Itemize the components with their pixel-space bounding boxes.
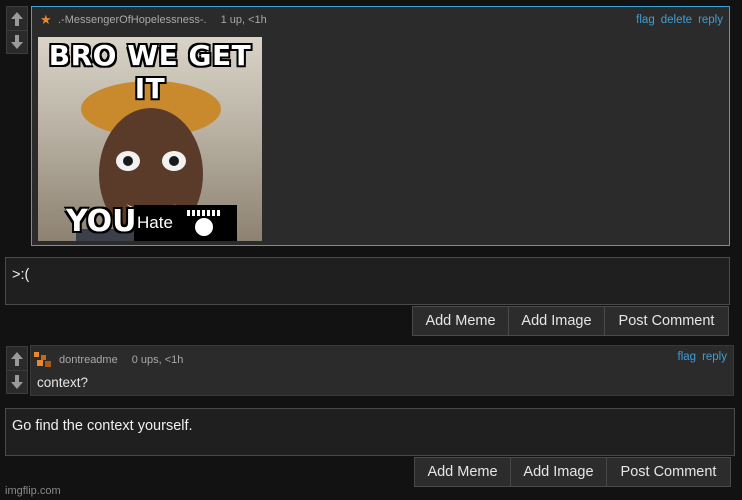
meme-top-text: BRO WE GET IT [48,39,252,105]
upvote-icon[interactable] [7,7,27,30]
flag-link[interactable]: flag [636,14,655,26]
rank-badge-icon [34,352,51,367]
meme-box-text: Hate [137,213,173,233]
add-image-button[interactable]: Add Image [511,457,607,487]
comment: dontreadme 0 ups, <1h flag reply context… [30,345,734,396]
reply-link[interactable]: reply [698,14,723,26]
add-meme-button[interactable]: Add Meme [414,457,511,487]
comment-button-row: Add Meme Add Image Post Comment [412,306,729,336]
downvote-icon[interactable] [7,370,27,393]
vote-column [6,6,28,54]
comment-actions: flag reply [678,351,727,363]
score: 0 ups, <1h [131,354,184,366]
meme-overlay-box: Hate [134,205,237,241]
flag-emblem-icon [186,210,221,236]
comment-meta: ★ .-MessengerOfHopelessness-. 1 up, <1h [40,12,267,27]
comment-button-row: Add Meme Add Image Post Comment [414,457,731,487]
reply-link[interactable]: reply [702,351,727,363]
vote-column [6,346,28,394]
score: 1 up, <1h [220,14,267,26]
delete-link[interactable]: delete [661,14,692,26]
post-comment-button[interactable]: Post Comment [605,306,729,336]
add-image-button[interactable]: Add Image [509,306,605,336]
username[interactable]: dontreadme [59,354,118,366]
username[interactable]: .-MessengerOfHopelessness-. [58,14,207,26]
comment-actions: flag delete reply [636,14,723,26]
post-comment-button[interactable]: Post Comment [607,457,731,487]
flag-link[interactable]: flag [678,351,697,363]
comment: ★ .-MessengerOfHopelessness-. 1 up, <1h … [31,6,730,246]
comment-meta: dontreadme 0 ups, <1h [33,351,183,369]
meme-image[interactable]: BRO WE GET IT YOU Hate [38,37,262,241]
meme-bottom-text: YOU [66,204,137,239]
add-meme-button[interactable]: Add Meme [412,306,509,336]
comment-text: context? [37,375,89,390]
comment-textbox[interactable]: Go find the context yourself. [5,408,735,456]
comment-textbox[interactable]: >:( [5,257,730,305]
upvote-icon[interactable] [7,347,27,370]
downvote-icon[interactable] [7,30,27,53]
star-icon: ★ [40,12,52,27]
watermark: imgflip.com [5,485,61,497]
